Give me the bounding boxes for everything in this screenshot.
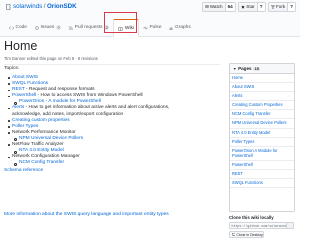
topic-link[interactable]: Schema reference — [4, 168, 43, 173]
sidebar-page-link[interactable]: PowerOrion A Module for PowerShell — [230, 147, 294, 161]
topic-description: - How to get information about active al… — [24, 105, 170, 111]
topic-link[interactable]: About SWIS — [12, 75, 38, 80]
clipboard-icon[interactable] — [286, 223, 293, 228]
sidebar-page-link[interactable]: PowerShell — [230, 161, 294, 170]
star-icon — [241, 4, 246, 9]
tab-graphs[interactable]: Graphs — [165, 19, 194, 36]
sidebar-page-link[interactable]: Alerts — [230, 92, 294, 102]
clone-title: Clone this wiki locally — [229, 215, 274, 220]
pull-request-icon — [69, 25, 73, 30]
topic-description: - Request and response formats — [24, 87, 95, 93]
topic-link[interactable]: NPM Universal Device Pollers — [19, 136, 83, 141]
topic-item: Schema reference — [4, 168, 228, 174]
repo-actions: Watch 64 Star ? Fork ? — [199, 2, 296, 12]
sidebar-page-link[interactable]: NCM Config Transfer — [230, 110, 294, 120]
topic-item: NCM Config Transfer — [8, 160, 228, 166]
repo-header: solarwinds / OrionSDK Watch 64 Star ? Fo… — [0, 0, 300, 37]
repo-name-link[interactable]: OrionSDK — [47, 3, 77, 10]
pages-count-badge: 15 — [253, 66, 261, 71]
topic-description: - How to access SWIS from Windows PowerS… — [36, 93, 143, 99]
star-count[interactable]: ? — [256, 3, 265, 11]
sidebar-page-link[interactable]: Home — [230, 74, 294, 84]
sidebar-page-link[interactable]: NTA 4.0 Entity Model — [230, 129, 294, 138]
repo-separator: / — [43, 3, 46, 10]
title-divider — [4, 64, 220, 65]
topic-link[interactable]: PowerShell — [12, 93, 36, 98]
issue-icon — [35, 25, 39, 30]
topic-link[interactable]: NCM Config Transfer — [19, 160, 64, 165]
tab-pulse[interactable]: Pulse — [139, 19, 166, 36]
repo-owner-link[interactable]: solarwinds — [13, 3, 42, 10]
repo-icon — [6, 3, 11, 10]
clone-in-desktop-button[interactable]: Clone in Desktop — [229, 231, 264, 238]
watch-count[interactable]: 64 — [224, 3, 235, 11]
fork-count[interactable]: ? — [287, 3, 295, 11]
watch-button[interactable]: Watch 64 — [201, 2, 236, 12]
repo-nav-tabs: Code Issues ? Pull requests 2 Wiki Pulse… — [5, 19, 195, 37]
topic-text: acknowledge, add notes, import/export co… — [12, 111, 124, 117]
repo-title: solarwinds / OrionSDK — [6, 3, 77, 10]
topic-link[interactable]: NTA 4.0 Entity Model — [19, 148, 64, 153]
topic-text: Network Configuration Manager — [12, 154, 80, 160]
triangle-down-icon: ▼ — [233, 66, 237, 71]
page-title: Home — [4, 39, 38, 53]
topic-link[interactable]: REST — [12, 87, 25, 92]
sidebar-page-link[interactable]: Poller Types — [230, 138, 294, 147]
fork-icon — [271, 4, 275, 9]
watch-label: Watch — [209, 4, 223, 9]
tab-code-label: Code — [15, 25, 27, 30]
star-button[interactable]: Star ? — [238, 2, 266, 12]
issues-count-badge: ? — [55, 25, 62, 30]
tab-issues-label: Issues — [40, 25, 55, 30]
topic-link[interactable]: SWQL Functions — [12, 81, 48, 86]
topics-list: About SWIS SWQL Functions REST - Request a… — [4, 75, 228, 175]
pages-header[interactable]: ▼ Pages 15 — [230, 64, 294, 74]
sidebar-page-link[interactable]: SWQL Functions — [230, 179, 294, 188]
sidebar-page-link[interactable]: About SWIS — [230, 83, 294, 93]
topics-label: Topics: — [4, 66, 20, 71]
topic-link[interactable]: Creating custom properties — [12, 118, 70, 123]
sidebar-page-link[interactable]: Creating Custom Properties — [230, 101, 294, 111]
fork-button[interactable]: Fork ? — [268, 2, 296, 12]
tab-pull-requests-label: Pull requests — [74, 25, 103, 30]
sidebar-page-link[interactable]: REST — [230, 170, 294, 179]
eye-icon — [204, 5, 209, 9]
more-info-link[interactable]: More information about the SWIS query la… — [4, 212, 169, 217]
pages-list: Home About SWIS Alerts Creating Custom Prop… — [230, 74, 294, 188]
page-edit-info: Tim Danner edited this page on Feb 8 · 9… — [4, 56, 98, 61]
graph-icon — [169, 26, 174, 30]
pages-sidebar: ▼ Pages 15 Home About SWIS Alerts Creating … — [229, 63, 295, 212]
wiki-tab-highlight — [104, 12, 137, 33]
topic-text: NetFlow Traffic Analyzer — [12, 142, 64, 148]
desktop-icon — [232, 233, 236, 236]
pages-label: Pages — [238, 66, 252, 71]
clone-url-input[interactable]: https://github.com/solarwinds/ — [229, 222, 294, 229]
topic-text: Network Performance Monitor — [12, 129, 76, 135]
tab-code[interactable]: Code — [5, 19, 31, 36]
clone-in-desktop-label: Clone in Desktop — [236, 232, 263, 237]
fork-label: Fork — [276, 4, 286, 9]
topic-link[interactable]: Poller Types — [12, 124, 38, 129]
star-label: Star — [246, 4, 255, 9]
tab-graphs-label: Graphs — [174, 25, 191, 30]
topic-link[interactable]: PowerOrion - A module for PowerShell — [19, 99, 101, 104]
tab-pulse-label: Pulse — [149, 25, 162, 30]
topic-link[interactable]: Alerts — [12, 105, 24, 110]
sidebar-page-link[interactable]: NPM Universal Device Pollers — [230, 119, 294, 129]
code-icon — [9, 25, 14, 30]
tab-issues[interactable]: Issues ? — [31, 19, 65, 36]
clone-url-text: https://github.com/solarwinds/ — [231, 224, 291, 228]
pulse-icon — [143, 25, 148, 30]
